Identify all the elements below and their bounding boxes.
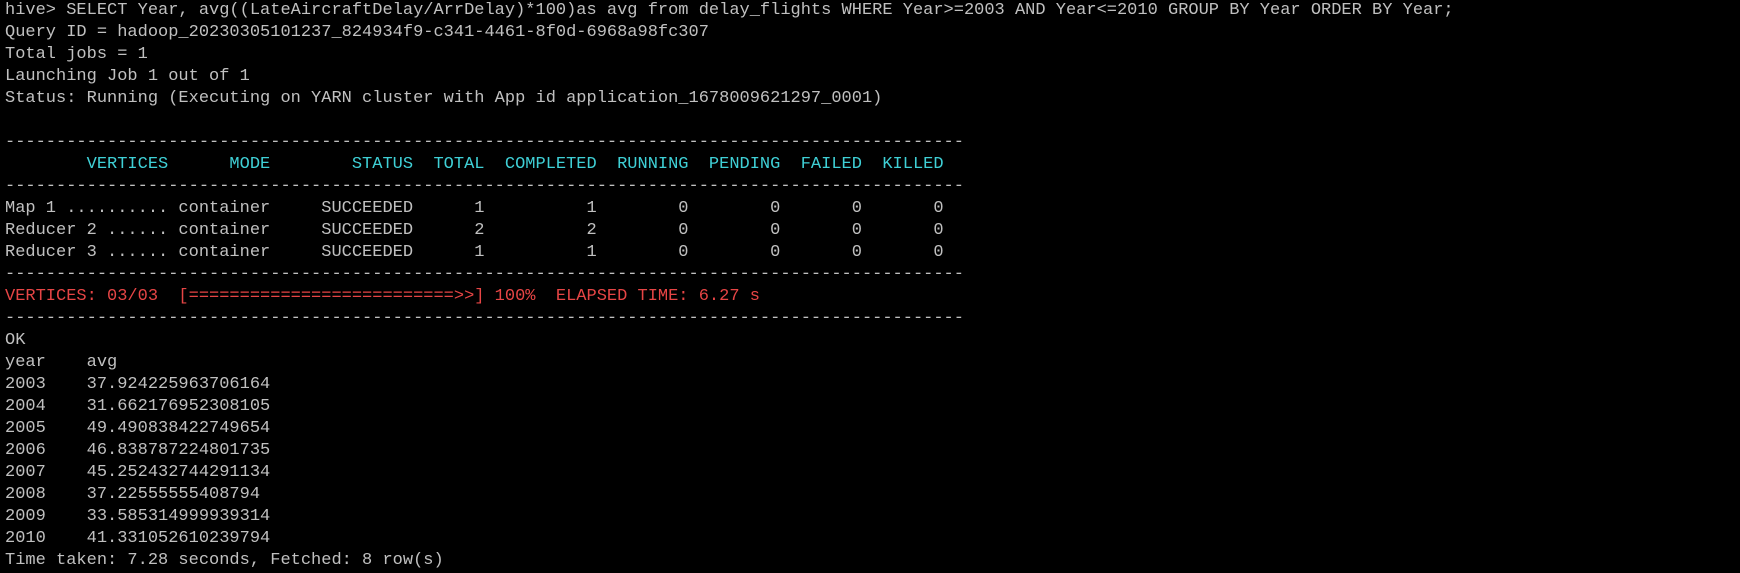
separator-line: ----------------------------------------… [5, 309, 964, 328]
result-row: 2003 37.924225963706164 [5, 375, 271, 394]
progress-summary-line: VERTICES: 03/03 [=======================… [5, 287, 760, 306]
separator-line: ----------------------------------------… [5, 177, 964, 196]
terminal-output: hive> SELECT Year, avg((LateAircraftDela… [5, 0, 1740, 572]
status-line: Status: Running (Executing on YARN clust… [5, 89, 883, 108]
result-row: 2006 46.838787224801735 [5, 441, 271, 460]
hive-command-line: hive> SELECT Year, avg((LateAircraftDela… [5, 1, 1454, 20]
separator-line: ----------------------------------------… [5, 133, 964, 152]
query-id-line: Query ID = hadoop_20230305101237_824934f… [5, 23, 709, 42]
result-row: 2008 37.22555555408794 [5, 485, 261, 504]
launching-job-line: Launching Job 1 out of 1 [5, 67, 250, 86]
vertices-table-header: VERTICES MODE STATUS TOTAL COMPLETED RUN… [5, 155, 944, 174]
result-row: 2010 41.331052610239794 [5, 529, 271, 548]
result-row: 2005 49.490838422749654 [5, 419, 271, 438]
separator-line: ----------------------------------------… [5, 265, 964, 284]
vertex-row: Reducer 3 ...... container SUCCEEDED 1 1… [5, 243, 944, 262]
result-header: year avg [5, 353, 118, 372]
vertex-row: Map 1 .......... container SUCCEEDED 1 1… [5, 199, 944, 218]
total-jobs-line: Total jobs = 1 [5, 45, 148, 64]
result-row: 2007 45.252432744291134 [5, 463, 271, 482]
vertex-row: Reducer 2 ...... container SUCCEEDED 2 2… [5, 221, 944, 240]
terminal-window[interactable]: hive> SELECT Year, avg((LateAircraftDela… [0, 0, 1740, 573]
result-row: 2004 31.662176952308105 [5, 397, 271, 416]
ok-line: OK [5, 331, 26, 350]
result-row: 2009 33.585314999939314 [5, 507, 271, 526]
time-taken-line: Time taken: 7.28 seconds, Fetched: 8 row… [5, 551, 444, 570]
